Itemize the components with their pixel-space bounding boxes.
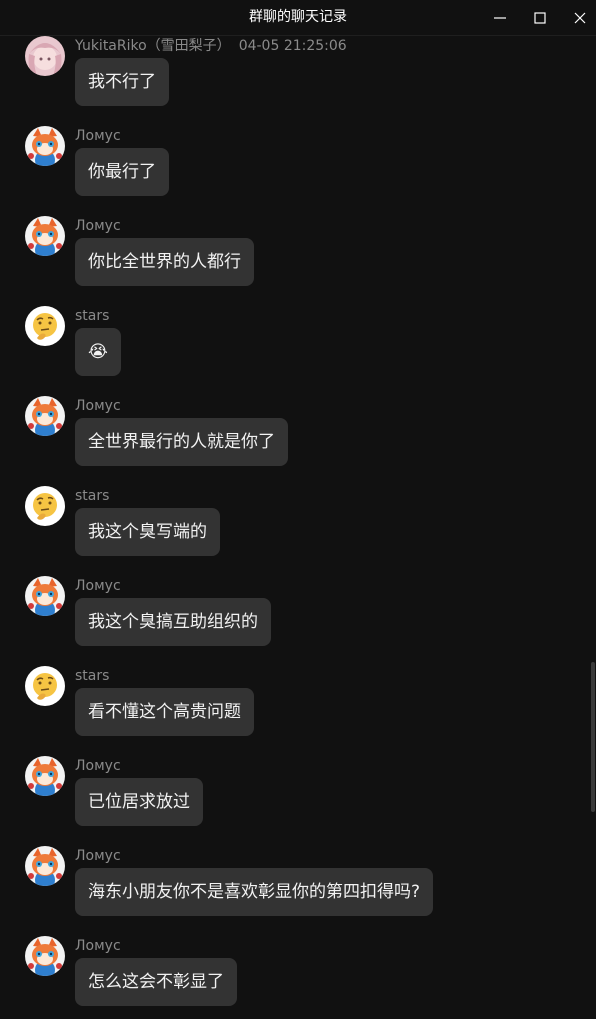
fox-avatar[interactable]	[25, 216, 65, 256]
thinking-face-avatar[interactable]	[25, 486, 65, 526]
message-bubble[interactable]: 我不行了	[75, 58, 169, 106]
thinking-face-avatar[interactable]	[25, 666, 65, 706]
message-list[interactable]: YukitaRiko（雪田梨子） 04-05 21:25:06 我不行了 Лому…	[0, 36, 590, 1019]
message-item: Ломус 怎么这会不彰显了	[0, 936, 590, 1019]
title-bar: 群聊的聊天记录	[0, 0, 596, 36]
message-bubble[interactable]: 全世界最行的人就是你了	[75, 418, 288, 466]
message-bubble[interactable]: 我这个臭搞互助组织的	[75, 598, 271, 646]
message-bubble[interactable]: 你比全世界的人都行	[75, 238, 254, 286]
minimize-button[interactable]	[480, 0, 520, 35]
message-item: YukitaRiko（雪田梨子） 04-05 21:25:06 我不行了	[0, 36, 590, 126]
fox-avatar[interactable]	[25, 396, 65, 436]
sender-name: Ломус	[75, 578, 121, 594]
message-item: stars 😭	[0, 306, 590, 396]
scrollbar[interactable]	[590, 36, 596, 1019]
message-bubble[interactable]: 看不懂这个高贵问题	[75, 688, 254, 736]
message-item: Ломус 我这个臭搞互助组织的	[0, 576, 590, 666]
message-item: Ломус 你最行了	[0, 126, 590, 216]
sender-name: Ломус	[75, 218, 121, 234]
message-bubble[interactable]: 怎么这会不彰显了	[75, 958, 237, 1006]
message-item: Ломус 你比全世界的人都行	[0, 216, 590, 306]
sender-label: YukitaRiko（雪田梨子）	[75, 38, 231, 54]
message-item: Ломус 全世界最行的人就是你了	[0, 396, 590, 486]
sender-name: Ломус	[75, 848, 121, 864]
sender-name: Ломус	[75, 938, 121, 954]
message-time: 04-05 21:25:06	[238, 38, 347, 54]
message-bubble[interactable]: 😭	[75, 328, 121, 376]
sender-name: Ломус	[75, 128, 121, 144]
sender-name: Ломус	[75, 758, 121, 774]
fox-avatar[interactable]	[25, 846, 65, 886]
thinking-face-avatar[interactable]	[25, 306, 65, 346]
fox-avatar[interactable]	[25, 126, 65, 166]
message-item: Ломус 已位居求放过	[0, 756, 590, 846]
scrollbar-thumb[interactable]	[591, 662, 595, 812]
message-bubble[interactable]: 海东小朋友你不是喜欢彰显你的第四扣得吗?	[75, 868, 434, 916]
pink-hair-avatar[interactable]	[25, 36, 65, 76]
sender-name: YukitaRiko（雪田梨子） 04-05 21:25:06	[75, 36, 347, 56]
fox-avatar[interactable]	[25, 756, 65, 796]
message-bubble[interactable]: 你最行了	[75, 148, 169, 196]
message-item: Ломус 海东小朋友你不是喜欢彰显你的第四扣得吗?	[0, 846, 590, 936]
close-icon	[574, 12, 586, 23]
message-bubble[interactable]: 我这个臭写端的	[75, 508, 220, 556]
sender-name: Ломус	[75, 398, 121, 414]
fox-avatar[interactable]	[25, 576, 65, 616]
sender-name: stars	[75, 668, 110, 684]
minimize-icon	[494, 16, 506, 19]
close-button[interactable]	[560, 0, 596, 35]
maximize-icon	[534, 11, 546, 24]
fox-avatar[interactable]	[25, 936, 65, 976]
message-item: stars 我这个臭写端的	[0, 486, 590, 576]
message-item: stars 看不懂这个高贵问题	[0, 666, 590, 756]
message-bubble[interactable]: 已位居求放过	[75, 778, 203, 826]
sender-name: stars	[75, 488, 110, 504]
maximize-button[interactable]	[520, 0, 560, 35]
sender-name: stars	[75, 308, 110, 324]
